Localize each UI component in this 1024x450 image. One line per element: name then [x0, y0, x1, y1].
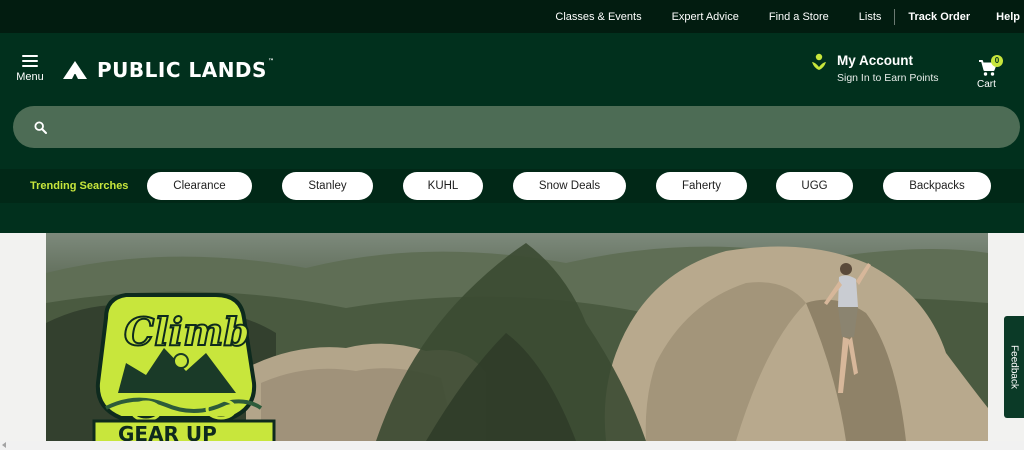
help-link[interactable]: Help: [996, 11, 1020, 23]
cart-button[interactable]: 0 Cart: [974, 55, 1004, 91]
search-input[interactable]: [61, 106, 1001, 148]
account-title: My Account: [837, 53, 914, 68]
trending-chip-backpacks[interactable]: Backpacks: [883, 172, 991, 200]
utility-link-lists[interactable]: Lists: [859, 11, 882, 23]
account-leaf-icon: [812, 53, 826, 70]
utility-nav: Classes & Events Expert Advice Find a St…: [0, 0, 1024, 33]
utility-link-classes-events[interactable]: Classes & Events: [555, 11, 641, 23]
cart-count-badge: 0: [991, 55, 1003, 67]
trending-chip-stanley[interactable]: Stanley: [282, 172, 373, 200]
utility-link-expert-advice[interactable]: Expert Advice: [672, 11, 739, 23]
feedback-label: Feedback: [1008, 345, 1020, 389]
trending-chip-kuhl[interactable]: KUHL: [403, 172, 483, 200]
utility-link-find-a-store[interactable]: Find a Store: [769, 11, 829, 23]
track-order-link[interactable]: Track Order: [908, 11, 970, 23]
feedback-tab[interactable]: Feedback: [1004, 316, 1024, 418]
trending-chip-clearance[interactable]: Clearance: [147, 172, 252, 200]
menu-button[interactable]: Menu: [12, 55, 48, 89]
trending-chip-ugg[interactable]: UGG: [776, 172, 853, 200]
hero-banner[interactable]: Climb GEAR UP: [46, 233, 988, 441]
tent-logo-icon: [63, 61, 87, 79]
cart-label: Cart: [977, 79, 996, 90]
menu-label: Menu: [16, 71, 44, 83]
search-icon: [34, 121, 47, 134]
public-lands-logo[interactable]: PUBLIC LANDS™: [62, 58, 275, 82]
badge-title: Climb: [124, 309, 250, 354]
utility-divider: [894, 8, 896, 25]
hero-climbing-scene: Climb GEAR UP: [46, 243, 988, 441]
trending-chip-faherty[interactable]: Faherty: [656, 172, 747, 200]
trending-chip-snow-deals[interactable]: Snow Deals: [513, 172, 626, 200]
site-header: Menu PUBLIC LANDS™ My Account Sign In to…: [0, 33, 1024, 233]
horizontal-scrollbar[interactable]: [0, 441, 1024, 450]
trending-searches-bar: Trending Searches Clearance Stanley KUHL…: [0, 169, 1024, 203]
logo-text: PUBLIC LANDS™: [97, 58, 275, 82]
trending-searches-label: Trending Searches: [30, 180, 129, 192]
badge-subtitle: GEAR UP: [118, 422, 217, 441]
search-bar[interactable]: [13, 106, 1020, 148]
hamburger-icon: [22, 55, 38, 67]
scroll-left-arrow-icon[interactable]: [2, 442, 6, 448]
account-subtitle: Sign In to Earn Points: [837, 72, 939, 84]
